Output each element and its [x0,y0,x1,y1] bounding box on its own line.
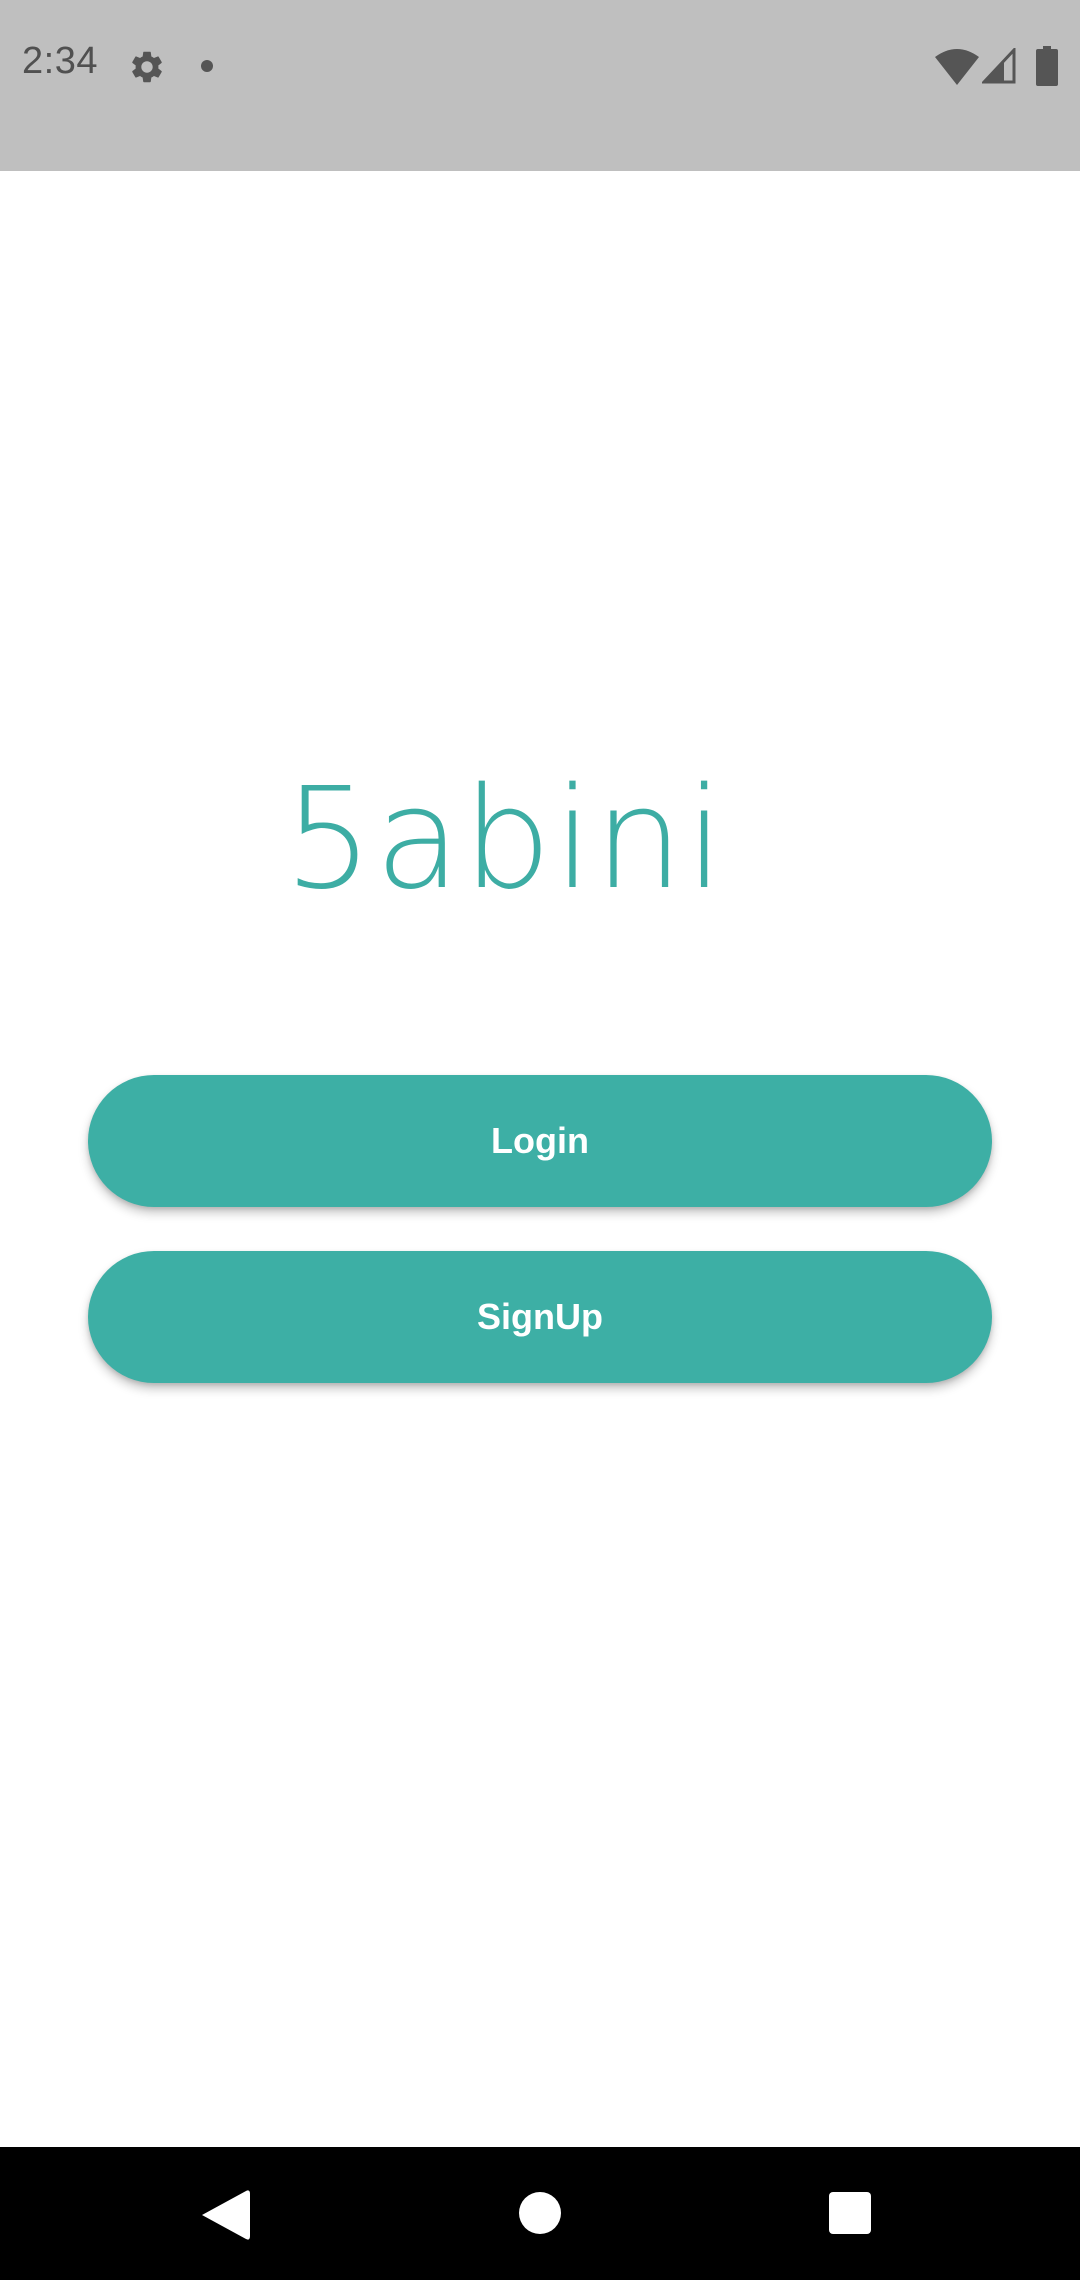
battery-icon [1036,46,1058,86]
login-screen: 2:34 5abini Login SignUp [0,0,1080,2280]
navigation-bar [0,2147,1080,2280]
home-icon[interactable] [519,2192,561,2234]
status-bar: 2:34 [0,0,1080,171]
back-icon[interactable] [202,2189,250,2241]
app-logo-text: 5abini [283,758,727,921]
status-time: 2:34 [22,40,98,82]
recent-apps-icon[interactable] [829,2192,871,2234]
wifi-icon [935,49,979,85]
notification-dot-icon [201,60,213,72]
signup-button[interactable]: SignUp [88,1251,992,1383]
signal-icon [982,48,1016,84]
gear-icon [132,51,162,83]
login-button[interactable]: Login [88,1075,992,1207]
